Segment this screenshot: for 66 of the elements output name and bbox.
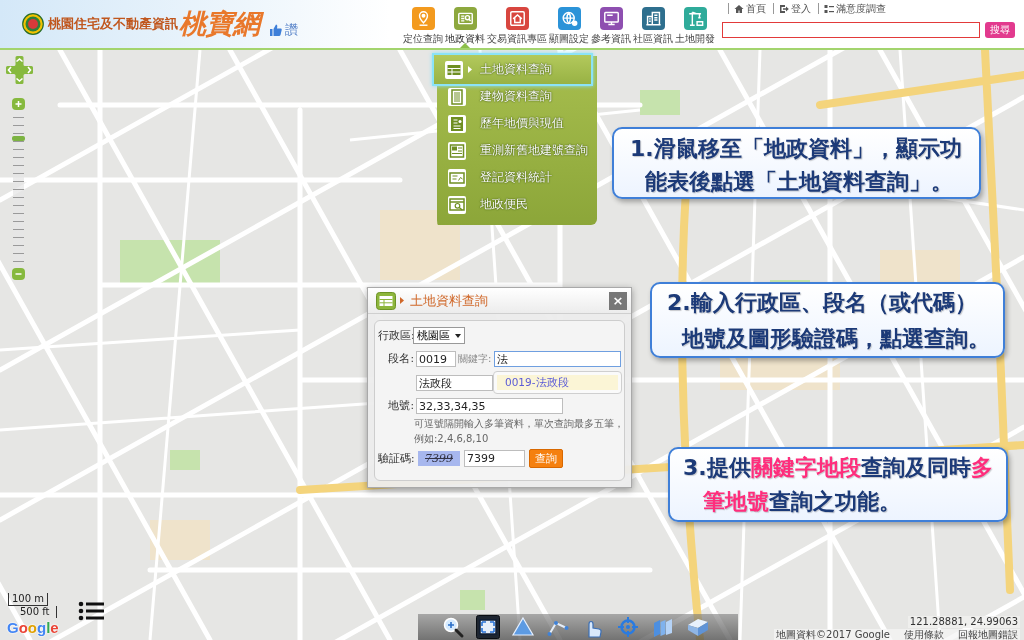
callout: 3.提供關鍵字地段查詢及同時多 筆地號查詢之功能。 (668, 447, 1008, 522)
hint-text: 可逗號隔開輸入多筆資料，單次查詢最多五筆， 例如:2,4,6,8,10 (414, 417, 622, 446)
magnifier-plus-icon[interactable] (441, 615, 465, 639)
nav-tab[interactable]: 土地開發 (675, 0, 715, 48)
scale-label: 500 ft (8, 606, 57, 618)
home-link[interactable]: 首頁 (728, 3, 773, 14)
field-label: 驗証碼: (378, 451, 416, 466)
browser-search-icon (448, 195, 466, 214)
section-name-field[interactable]: 法政段 (416, 375, 493, 391)
park-area (170, 450, 200, 470)
nav-tab[interactable]: 交易資訊專區 (487, 0, 547, 48)
home-icon (734, 3, 744, 14)
login-icon (779, 3, 789, 14)
scale-label: 100 m (8, 593, 48, 606)
map-grid-icon (448, 141, 466, 160)
login-link[interactable]: 登入 (773, 3, 818, 14)
site-name: 桃園住宅及不動產資訊 (48, 15, 178, 33)
polygon-icon[interactable] (511, 615, 535, 639)
nav-tab[interactable]: 顯圖設定 (549, 0, 589, 48)
section-code-field[interactable]: 0019 (416, 351, 456, 367)
dialog-title: 土地資料查詢 (410, 291, 488, 310)
field-label: 地號: (387, 399, 415, 413)
table-icon (445, 60, 463, 79)
triangle-icon (460, 43, 470, 48)
suggestion-item[interactable]: 0019-法政段 (497, 375, 618, 390)
survey-link[interactable]: 滿意度調查 (818, 3, 893, 14)
coordinates-text: 121.28881, 24.99063 (907, 616, 1020, 628)
search-button[interactable]: 搜尋 (985, 22, 1015, 38)
field-label: 段名: (387, 352, 415, 366)
pointer-triangle-icon (400, 297, 404, 304)
map-logo: Google (7, 619, 59, 636)
list-icon[interactable] (78, 600, 104, 622)
captcha-field[interactable]: 7399 (464, 450, 525, 467)
park-area (640, 90, 680, 115)
park-area (460, 590, 485, 610)
field-label: 關鍵字: (458, 352, 492, 366)
close-button[interactable]: × (609, 291, 627, 310)
lot-number-field[interactable]: 32,33,34,35 (416, 398, 563, 414)
like-button[interactable]: 讚 (270, 21, 298, 39)
callout: 2.輸入行政區、段名（或代碼） 地號及圖形驗證碼，點選查詢。 (650, 282, 1005, 358)
nav-tab[interactable]: 社區資訊 (633, 0, 673, 48)
nav-tab[interactable]: 參考資訊 (591, 0, 631, 48)
pan-control[interactable] (6, 56, 33, 84)
captcha-image: 7399 (418, 451, 460, 466)
nav-tab[interactable]: 地政資料 (445, 0, 485, 48)
card-icon (448, 168, 466, 187)
document-icon (448, 114, 466, 133)
full-extent-icon[interactable] (476, 615, 500, 639)
thumbs-up-icon (270, 24, 282, 36)
emblem-icon (22, 13, 44, 35)
zoom-in-icon[interactable] (12, 98, 25, 110)
field-label: 行政區: (378, 328, 416, 343)
callout: 1.滑鼠移至「地政資料」，顯示功 能表後點選「土地資料查詢」。 (612, 127, 981, 199)
keyword-field[interactable]: 法 (494, 351, 622, 367)
report-link[interactable]: 回報地圖錯誤 (958, 629, 1018, 640)
caret-icon (455, 333, 461, 338)
checklist-icon (824, 3, 834, 14)
map-data-credit: 地圖資料©2017 Google (776, 629, 890, 640)
search-field[interactable] (722, 22, 980, 38)
district-select[interactable]: 桃園區 (413, 327, 465, 344)
zoom-slider-thumb[interactable] (12, 136, 25, 142)
pointer-triangle-icon (468, 66, 472, 73)
terms-link[interactable]: 使用條款 (904, 629, 944, 640)
building-icon (448, 87, 466, 106)
table-icon (376, 291, 396, 310)
nav-tab[interactable]: 定位查詢 (403, 0, 443, 48)
